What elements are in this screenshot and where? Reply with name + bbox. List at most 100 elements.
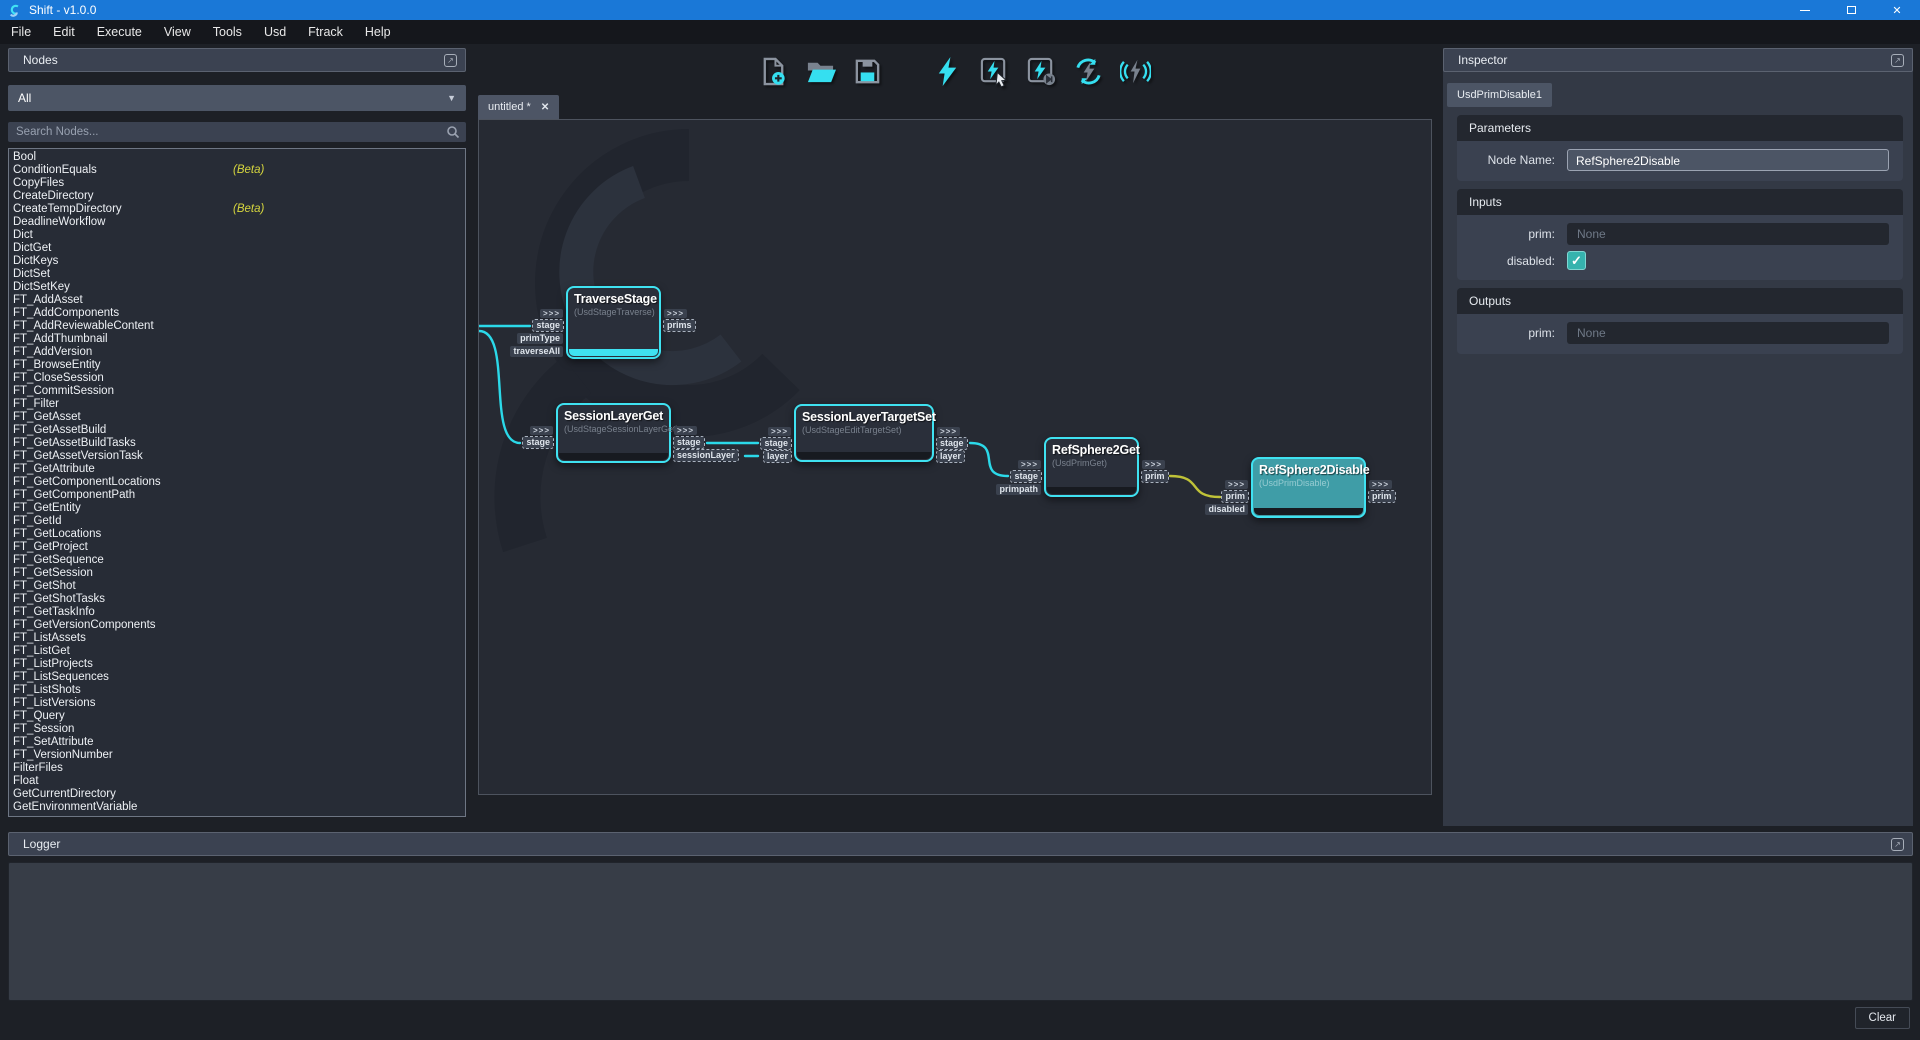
node-list-item[interactable]: FT_GetSession xyxy=(9,567,465,580)
node-name-input[interactable]: RefSphere2Disable xyxy=(1567,149,1889,171)
port-exec[interactable]: >>> xyxy=(1225,480,1248,489)
graph-node-SessionLayerGet[interactable]: SessionLayerGet(UsdStageSessionLayerGet)… xyxy=(556,403,671,463)
node-list-item[interactable]: FT_AddAsset xyxy=(9,294,465,307)
port-primpath[interactable]: primpath xyxy=(996,484,1041,495)
menu-item-edit[interactable]: Edit xyxy=(42,20,86,44)
minimize-button[interactable] xyxy=(1782,0,1828,20)
search-input[interactable] xyxy=(8,122,466,142)
port-stage[interactable]: stage xyxy=(937,438,967,449)
execute-selected-icon[interactable] xyxy=(975,52,1013,90)
node-list-item[interactable]: FT_VersionNumber xyxy=(9,749,465,762)
node-list-item[interactable]: FT_GetId xyxy=(9,515,465,528)
port-traverseAll[interactable]: traverseAll xyxy=(510,346,563,357)
port-stage[interactable]: stage xyxy=(674,437,704,448)
node-list-item[interactable]: FT_ListAssets xyxy=(9,632,465,645)
port-prim[interactable]: prim xyxy=(1222,491,1248,502)
node-list-item[interactable]: CreateTempDirectory(Beta) xyxy=(9,203,465,216)
node-list-item[interactable]: CreateDirectory xyxy=(9,190,465,203)
menu-item-view[interactable]: View xyxy=(153,20,202,44)
new-graph-icon[interactable] xyxy=(754,52,792,90)
undock-icon[interactable]: ↗ xyxy=(1891,838,1904,851)
node-list-item[interactable]: FT_GetProject xyxy=(9,541,465,554)
port-stage[interactable]: stage xyxy=(533,320,563,331)
port-prims[interactable]: prims xyxy=(664,320,695,331)
port-exec[interactable]: >>> xyxy=(1018,460,1041,469)
port-sessionLayer[interactable]: sessionLayer xyxy=(674,450,738,461)
port-exec[interactable]: >>> xyxy=(1142,460,1165,469)
node-list-item[interactable]: Bool xyxy=(9,151,465,164)
port-primType[interactable]: primType xyxy=(517,333,563,344)
node-list-item[interactable]: FT_AddVersion xyxy=(9,346,465,359)
node-list-item[interactable]: FT_GetAsset xyxy=(9,411,465,424)
node-list-item[interactable]: FT_CloseSession xyxy=(9,372,465,385)
menu-item-file[interactable]: File xyxy=(0,20,42,44)
tab-close-icon[interactable]: ✕ xyxy=(541,102,549,113)
node-list-item[interactable]: FT_GetShotTasks xyxy=(9,593,465,606)
graph-node-SessionLayerTargetSet[interactable]: SessionLayerTargetSet(UsdStageEditTarget… xyxy=(794,404,934,462)
node-list-item[interactable]: FT_GetComponentLocations xyxy=(9,476,465,489)
port-stage[interactable]: stage xyxy=(761,438,791,449)
node-list-item[interactable]: ConditionEquals(Beta) xyxy=(9,164,465,177)
node-list-item[interactable]: FT_ListGet xyxy=(9,645,465,658)
port-exec[interactable]: >>> xyxy=(664,309,687,318)
node-list-item[interactable]: FT_GetSequence xyxy=(9,554,465,567)
node-list-item[interactable]: FT_GetAssetBuild xyxy=(9,424,465,437)
node-list-item[interactable]: FT_AddComponents xyxy=(9,307,465,320)
node-list-item[interactable]: DictSetKey xyxy=(9,281,465,294)
node-list-item[interactable]: FT_ListSequences xyxy=(9,671,465,684)
port-prim[interactable]: prim xyxy=(1369,491,1395,502)
port-exec[interactable]: >>> xyxy=(937,427,960,436)
node-list-item[interactable]: FT_GetAssetVersionTask xyxy=(9,450,465,463)
port-exec[interactable]: >>> xyxy=(540,309,563,318)
maximize-button[interactable] xyxy=(1828,0,1874,20)
port-layer[interactable]: layer xyxy=(937,451,964,462)
node-list-item[interactable]: FT_GetVersionComponents xyxy=(9,619,465,632)
node-list-item[interactable]: FT_GetLocations xyxy=(9,528,465,541)
node-list-item[interactable]: FilterFiles xyxy=(9,762,465,775)
node-list-item[interactable]: FT_CommitSession xyxy=(9,385,465,398)
node-list-item[interactable]: FT_Filter xyxy=(9,398,465,411)
inspector-node-tab[interactable]: UsdPrimDisable1 xyxy=(1447,83,1552,107)
node-list-item[interactable]: FT_GetShot xyxy=(9,580,465,593)
open-graph-icon[interactable] xyxy=(801,52,839,90)
port-exec[interactable]: >>> xyxy=(674,426,697,435)
tab-untitled[interactable]: untitled * ✕ xyxy=(478,95,559,119)
clear-log-button[interactable]: Clear xyxy=(1855,1007,1910,1029)
port-layer[interactable]: layer xyxy=(764,451,791,462)
node-list-item[interactable]: DictKeys xyxy=(9,255,465,268)
port-exec[interactable]: >>> xyxy=(768,427,791,436)
close-button[interactable]: ✕ xyxy=(1874,0,1920,20)
graph-node-RefSphere2Disable[interactable]: RefSphere2Disable(UsdPrimDisable)>>>prim… xyxy=(1251,457,1366,518)
execute-loop-icon[interactable] xyxy=(1069,52,1107,90)
graph-node-TraverseStage[interactable]: TraverseStage(UsdStageTraverse)>>>stagep… xyxy=(566,286,661,359)
disabled-checkbox[interactable]: ✓ xyxy=(1567,251,1586,270)
node-list-item[interactable]: FT_GetAssetBuildTasks xyxy=(9,437,465,450)
node-list-item[interactable]: FT_GetEntity xyxy=(9,502,465,515)
execute-graph-icon[interactable] xyxy=(928,52,966,90)
menu-item-usd[interactable]: Usd xyxy=(253,20,297,44)
node-filter-dropdown[interactable]: All ▼ xyxy=(8,85,466,111)
port-exec[interactable]: >>> xyxy=(1369,480,1392,489)
node-list-item[interactable]: FT_Session xyxy=(9,723,465,736)
menu-item-ftrack[interactable]: Ftrack xyxy=(297,20,354,44)
node-list-item[interactable]: GetEnvironmentVariable xyxy=(9,801,465,814)
node-list-item[interactable]: FT_ListProjects xyxy=(9,658,465,671)
node-list-item[interactable]: FT_GetTaskInfo xyxy=(9,606,465,619)
undock-icon[interactable]: ↗ xyxy=(1891,54,1904,67)
node-list-item[interactable]: GetCurrentDirectory xyxy=(9,788,465,801)
menu-item-help[interactable]: Help xyxy=(354,20,402,44)
port-disabled[interactable]: disabled xyxy=(1205,504,1248,515)
menu-item-tools[interactable]: Tools xyxy=(202,20,253,44)
node-list-item[interactable]: CopyFiles xyxy=(9,177,465,190)
port-exec[interactable]: >>> xyxy=(530,426,553,435)
node-graph-canvas[interactable]: TraverseStage(UsdStageTraverse)>>>stagep… xyxy=(478,119,1432,795)
node-list-item[interactable]: FT_ListVersions xyxy=(9,697,465,710)
node-list-item[interactable]: FT_ListShots xyxy=(9,684,465,697)
execute-after-node-icon[interactable] xyxy=(1022,52,1060,90)
port-prim[interactable]: prim xyxy=(1142,471,1168,482)
execute-live-icon[interactable] xyxy=(1116,52,1154,90)
node-list-item[interactable]: FT_GetAttribute xyxy=(9,463,465,476)
menu-item-execute[interactable]: Execute xyxy=(86,20,153,44)
node-list-item[interactable]: FT_Query xyxy=(9,710,465,723)
graph-node-RefSphere2Get[interactable]: RefSphere2Get(UsdPrimGet)>>>stageprimpat… xyxy=(1044,437,1139,497)
